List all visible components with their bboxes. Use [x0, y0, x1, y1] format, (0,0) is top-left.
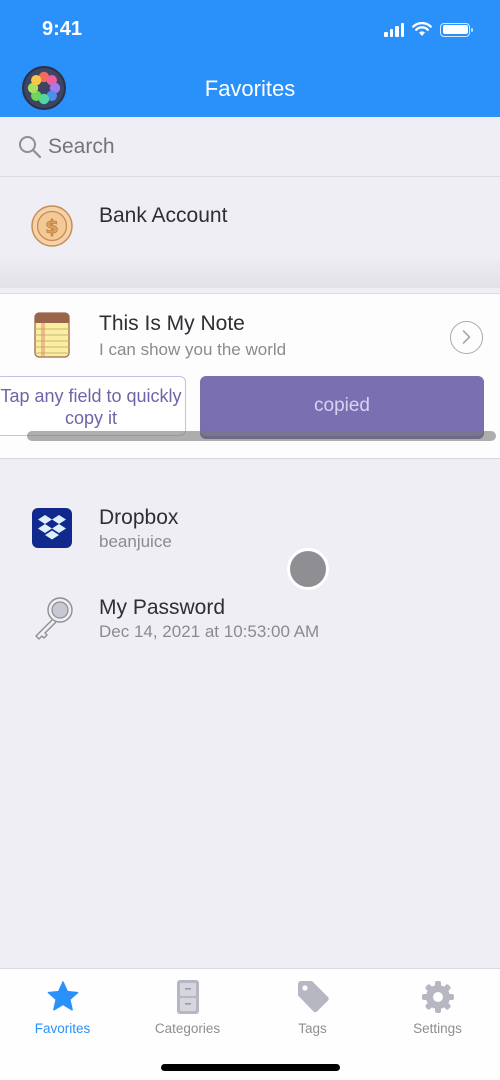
tab-label: Favorites [34, 1021, 91, 1036]
star-icon [47, 981, 78, 1011]
item-subtitle: Dec 14, 2021 at 10:53:00 AM [99, 622, 320, 641]
svg-text:$: $ [45, 216, 58, 238]
item-title: Dropbox [99, 506, 179, 529]
item-title: This Is My Note [99, 312, 245, 335]
list-item-note-expanded[interactable]: This Is My Note I can show you the world… [0, 293, 500, 459]
wifi-icon [412, 22, 432, 36]
search-icon [19, 135, 42, 158]
cellular-signal-icon [384, 22, 404, 37]
dropbox-icon [32, 508, 72, 548]
list-item-dropbox[interactable]: Dropbox beanjuice [0, 500, 500, 580]
battery-icon [440, 22, 473, 37]
home-indicator[interactable] [161, 1064, 340, 1071]
detail-button[interactable] [450, 321, 483, 354]
touch-indicator [287, 548, 329, 590]
list-item-my-password[interactable]: My Password Dec 14, 2021 at 10:53:00 AM [0, 592, 500, 662]
tab-tags[interactable]: Tags [250, 979, 375, 1036]
tab-label: Tags [298, 1021, 327, 1036]
status-time: 9:41 [42, 18, 83, 40]
tab-categories[interactable]: Categories [125, 979, 250, 1036]
list-item-bank-account[interactable]: $ Bank Account [0, 178, 500, 288]
item-title: Bank Account [99, 204, 228, 227]
header: 9:41 Favorites [0, 0, 500, 117]
tab-settings[interactable]: Settings [375, 979, 500, 1036]
item-subtitle: beanjuice [99, 532, 172, 551]
page-title: Favorites [204, 76, 296, 101]
chevron-right-circle-icon [462, 330, 471, 344]
copied-toast-button[interactable]: copied [200, 376, 484, 436]
coin-dollar-icon: $ [31, 205, 73, 247]
tab-label: Settings [413, 1021, 462, 1036]
item-subtitle: I can show you the world [99, 340, 287, 359]
filing-cabinet-icon [176, 980, 199, 1014]
search-input[interactable] [48, 134, 448, 159]
tag-icon [297, 981, 329, 1013]
tab-favorites[interactable]: Favorites [0, 979, 125, 1036]
status-icons [384, 22, 473, 37]
copy-hint-tooltip: Tap any field to quickly copy it [0, 376, 186, 436]
search-bar[interactable] [0, 117, 500, 177]
notepad-icon [34, 312, 70, 358]
gear-icon [421, 981, 454, 1013]
key-icon [35, 597, 73, 640]
tab-bar: Favorites Categories Tags Settings [0, 968, 500, 1080]
tab-label: Categories [154, 1021, 221, 1036]
item-title: My Password [99, 596, 226, 619]
horizontal-scrollbar[interactable] [27, 431, 496, 441]
